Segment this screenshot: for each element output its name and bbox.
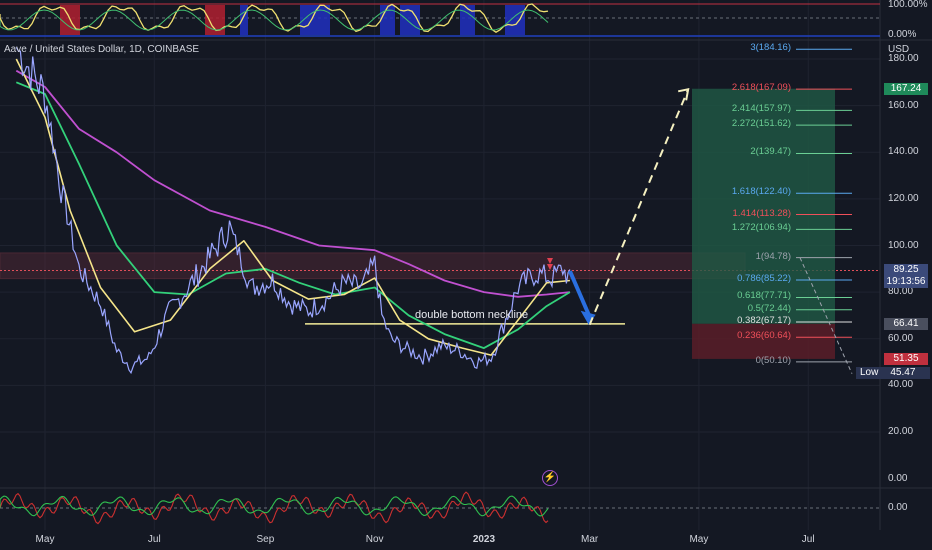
y-tick-1: 40.00 (888, 379, 914, 391)
stop-loss-zone (692, 323, 835, 359)
current-price-tag: 89.25 19:13:56 (884, 264, 928, 288)
osc-top-100: 100.00% (888, 0, 928, 10)
fib-label-9: 0.786(85.22) (737, 272, 791, 284)
osc-top-band-6 (460, 5, 475, 35)
y-tick-zero: 0.00 (888, 472, 908, 484)
osc-top-band-1 (205, 5, 225, 35)
y-tick-2: 60.00 (888, 332, 914, 344)
x-tick-7: Jul (801, 534, 815, 545)
fib-label-14: 0(50.10) (755, 354, 791, 366)
y-tick-6: 140.00 (888, 146, 919, 158)
fib-label-6: 1.414(113.28) (732, 207, 791, 219)
low-price-tag: Low 45.47 (856, 367, 930, 379)
neckline-label: double bottom neckline (415, 309, 529, 321)
x-tick-1: Jul (147, 534, 161, 545)
y-tick-5: 120.00 (888, 192, 919, 204)
x-tick-5: Mar (581, 534, 599, 545)
fib-label-10: 0.618(77.71) (737, 290, 791, 302)
trading-chart: { "header": { "symbol_title": "Aave / Un… (0, 0, 932, 550)
fib-label-3: 2.272(151.62) (731, 118, 791, 130)
x-tick-3: Nov (365, 534, 384, 545)
current-price-value: 89.25 (893, 264, 919, 275)
stop-price-tag: 51.35 (884, 353, 928, 365)
fib-label-4: 2(139.47) (750, 146, 791, 158)
fib-label-8: 1(94.78) (755, 250, 791, 262)
fib-label-13: 0.236(60.64) (737, 330, 791, 342)
candle-countdown: 19:13:56 (886, 276, 926, 287)
low-value: 45.47 (890, 367, 916, 378)
fib-label-2: 2.414(157.97) (731, 103, 791, 115)
y-tick-7: 160.00 (888, 99, 919, 111)
x-tick-2: Sep (256, 534, 275, 545)
target-price-tag: 167.24 (884, 83, 928, 95)
low-label: Low (860, 367, 879, 378)
fib-label-12: 0.382(67.17) (737, 315, 791, 327)
osc-top-band-4 (380, 5, 395, 35)
alert-icon[interactable]: ⚡ (542, 470, 558, 486)
fib-label-0: 3(184.16) (750, 42, 791, 54)
osc-bottom-0: 0.00 (888, 502, 908, 513)
x-tick-0: May (35, 534, 55, 545)
fib-label-11: 0.5(72.44) (747, 302, 791, 314)
fib-label-7: 1.272(106.94) (731, 222, 791, 234)
y-tick-0: 20.00 (888, 426, 914, 437)
x-tick-4: 2023 (472, 534, 496, 545)
fib-label-5: 1.618(122.40) (731, 186, 791, 198)
osc-top-band-7 (505, 5, 525, 35)
fib-label-1: 2.618(167.09) (731, 82, 791, 94)
y-tick-8: 180.00 (888, 53, 919, 64)
price-chart-svg (0, 0, 932, 550)
x-tick-6: May (689, 534, 709, 545)
osc-top-band-3 (300, 5, 330, 35)
osc-top-0: 0.00% (888, 29, 917, 40)
y-tick-4: 100.00 (888, 239, 919, 251)
neckline-price-tag: 66.41 (884, 318, 928, 330)
symbol-title: Aave / United States Dollar, 1D, COINBAS… (4, 44, 200, 55)
